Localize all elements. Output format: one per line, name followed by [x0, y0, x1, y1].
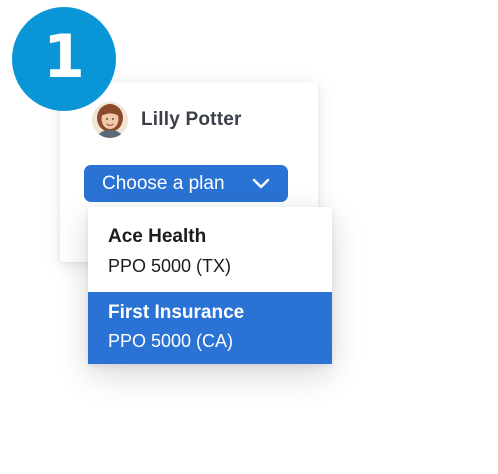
- user-avatar-icon: [92, 102, 128, 138]
- plan-option-plan: PPO 5000 (TX): [108, 256, 232, 276]
- plan-options-menu: Ace Health PPO 5000 (TX) First Insurance…: [88, 207, 332, 364]
- step-number-badge: 1: [12, 7, 116, 111]
- plan-option-selected[interactable]: First Insurance PPO 5000 (CA): [88, 292, 332, 364]
- plan-option-name: First Insurance: [108, 302, 245, 323]
- chevron-down-icon: [252, 178, 270, 189]
- plan-option-plan: PPO 5000 (CA): [108, 331, 234, 351]
- avatar: [92, 102, 128, 138]
- plan-option[interactable]: Ace Health PPO 5000 (TX): [88, 207, 332, 292]
- plan-option-name: Ace Health: [108, 226, 207, 247]
- choose-plan-dropdown[interactable]: Choose a plan: [84, 165, 288, 202]
- choose-plan-label: Choose a plan: [102, 172, 225, 194]
- user-name: Lilly Potter: [141, 109, 242, 130]
- user-row: Lilly Potter: [92, 102, 242, 138]
- plan-chooser-illustration: 1 Lilly Potter Choose a plan Ace Health …: [0, 0, 498, 474]
- step-number: 1: [43, 22, 85, 92]
